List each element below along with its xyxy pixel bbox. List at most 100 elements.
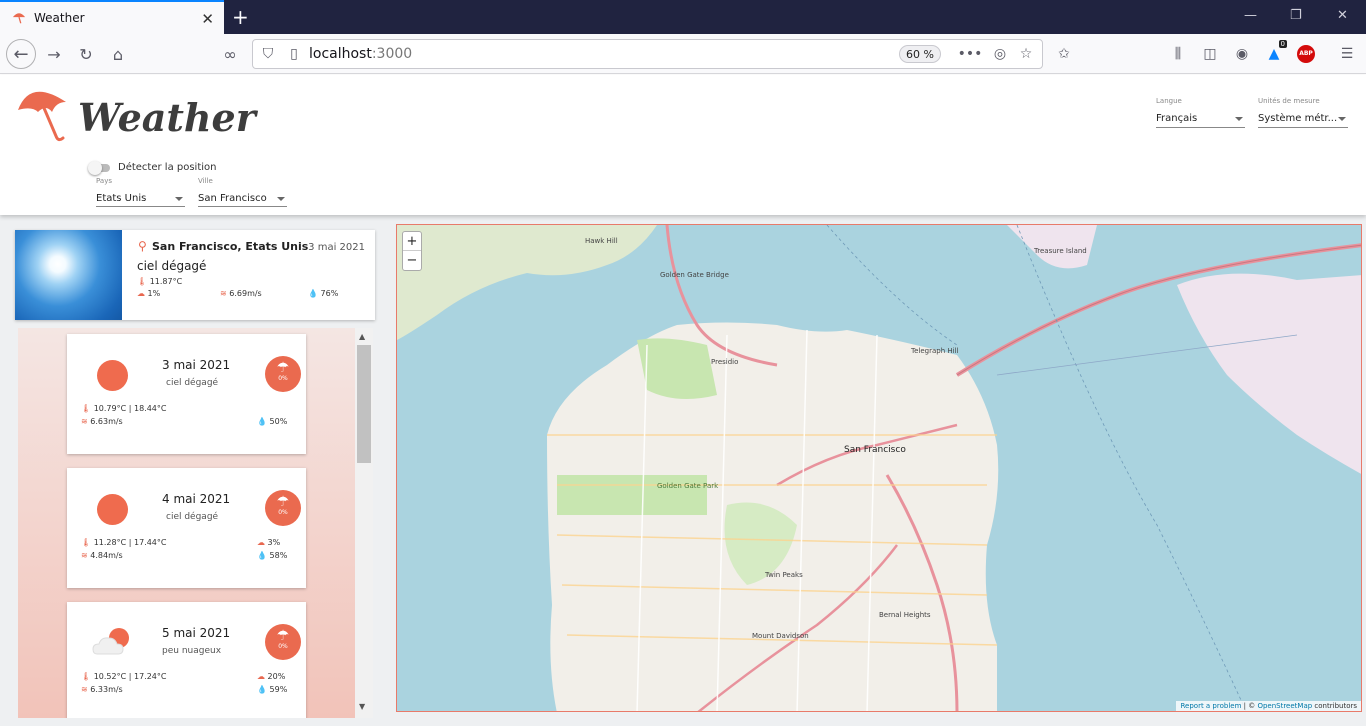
- forecast-list[interactable]: 3 mai 2021 ciel dégagé ☂ 0% 🌡 10.79°C | 1…: [18, 328, 373, 718]
- thermometer-icon: 🌡: [137, 277, 148, 286]
- umbrella-icon: ☂: [276, 494, 290, 510]
- city-select[interactable]: Ville San Francisco: [198, 177, 287, 207]
- umbrella-logo-icon: [18, 91, 66, 142]
- units-select[interactable]: Unités de mesure Système métr...: [1258, 97, 1348, 128]
- forecast-card[interactable]: 4 mai 2021 ciel dégagé ☂ 0% 🌡 11.28°C | 1…: [67, 468, 306, 588]
- forecast-card[interactable]: 5 mai 2021 peu nuageux ☂ 0% 🌡 10.52°C | 1…: [67, 602, 306, 718]
- forecast-temps: 🌡 10.79°C | 18.44°C: [81, 404, 167, 413]
- tab-weather[interactable]: Weather ✕: [0, 0, 224, 34]
- notification-icon[interactable]: ▲ 0: [1263, 40, 1287, 65]
- chevron-down-icon: [277, 197, 285, 201]
- map[interactable]: Golden Gate Bridge Presidio San Francisc…: [396, 224, 1362, 712]
- forecast-card[interactable]: 3 mai 2021 ciel dégagé ☂ 0% 🌡 10.79°C | 1…: [67, 334, 306, 454]
- reload-icon[interactable]: ↻: [74, 42, 98, 66]
- back-icon[interactable]: ←: [6, 39, 36, 69]
- forecast-date: 4 mai 2021: [162, 492, 231, 506]
- scroll-up-icon[interactable]: ▲: [359, 332, 365, 341]
- current-precipitation: ☁ 1%: [137, 289, 161, 298]
- sun-icon: [97, 360, 128, 391]
- zoom-in-button[interactable]: +: [403, 232, 421, 251]
- map-zoom-control: + −: [402, 231, 422, 271]
- scroll-down-icon[interactable]: ▼: [359, 702, 365, 711]
- sidebar-icon[interactable]: ◫: [1199, 43, 1221, 65]
- rain-cloud-icon: ☁: [257, 672, 265, 681]
- window-close-icon[interactable]: ✕: [1337, 8, 1348, 23]
- current-weather-card: ⚲ San Francisco, Etats Unis 3 mai 2021 c…: [15, 230, 375, 320]
- zoom-out-button[interactable]: −: [403, 251, 421, 270]
- tracking-protection-icon[interactable]: ∞: [218, 42, 242, 66]
- restore-icon[interactable]: ❐: [1290, 8, 1302, 23]
- adblock-icon[interactable]: ABP: [1295, 43, 1317, 65]
- forecast-humidity: 💧 58%: [257, 551, 288, 560]
- umbrella-favicon-icon: [12, 13, 26, 24]
- forecast-temps: 🌡 11.28°C | 17.44°C: [81, 538, 167, 547]
- home-icon[interactable]: ⌂: [106, 42, 130, 66]
- map-label-golden-gate: Golden Gate Bridge: [660, 271, 729, 279]
- forecast-description: ciel dégagé: [166, 378, 219, 388]
- toggle-knob: [88, 161, 102, 175]
- url-text[interactable]: localhost:3000: [309, 46, 412, 62]
- current-temperature: 🌡 11.87°C: [137, 277, 183, 286]
- more-actions-icon[interactable]: •••: [958, 43, 983, 65]
- map-label-twin-peaks: Twin Peaks: [765, 571, 803, 579]
- bookmarks-icon[interactable]: ✩: [1053, 43, 1075, 65]
- menu-icon[interactable]: ☰: [1336, 43, 1358, 65]
- detect-position-toggle[interactable]: [88, 161, 110, 175]
- umbrella-badge: ☂ 0%: [265, 624, 301, 660]
- zoom-level[interactable]: 60 %: [899, 45, 941, 63]
- forecast-description: ciel dégagé: [166, 512, 219, 522]
- country-select[interactable]: Pays Etats Unis: [96, 177, 185, 207]
- scroll-thumb[interactable]: [357, 345, 371, 463]
- forecast-date: 5 mai 2021: [162, 626, 231, 640]
- wind-icon: ≋: [220, 289, 227, 298]
- osm-link[interactable]: OpenStreetMap: [1257, 702, 1312, 710]
- current-date: 3 mai 2021: [308, 242, 365, 253]
- map-attribution: Report a problem | © OpenStreetMap contr…: [1176, 701, 1361, 711]
- weather-app: Weather Langue Français Unités de mesure…: [0, 75, 1366, 726]
- chevron-down-icon: [1235, 117, 1243, 121]
- minimize-icon[interactable]: —: [1244, 8, 1257, 23]
- account-icon[interactable]: ◉: [1231, 43, 1253, 65]
- report-problem-link[interactable]: Report a problem: [1180, 702, 1241, 710]
- app-header: Weather Langue Français Unités de mesure…: [0, 75, 1366, 215]
- map-label-telegraph-hill: Telegraph Hill: [911, 347, 959, 355]
- wind-icon: ≋: [81, 551, 88, 560]
- forecast-temps: 🌡 10.52°C | 17.24°C: [81, 672, 167, 681]
- map-label-treasure-island: Treasure Island: [1034, 247, 1087, 255]
- map-label-presidio: Presidio: [711, 358, 739, 366]
- extension-icon[interactable]: ◎: [989, 43, 1011, 65]
- umbrella-icon: ☂: [276, 360, 290, 376]
- tab-title: Weather: [34, 11, 85, 25]
- map-label-san-francisco: San Francisco: [844, 445, 906, 455]
- forecast-rain: ☁ 3%: [257, 538, 281, 547]
- current-location: San Francisco, Etats Unis: [152, 240, 309, 253]
- droplet-icon: 💧: [257, 551, 267, 560]
- shield-icon[interactable]: ⛉: [257, 43, 279, 65]
- map-label-bernal-heights: Bernal Heights: [879, 611, 931, 619]
- url-bar[interactable]: ⛉ ▯ localhost:3000 60 % ••• ◎ ☆: [252, 39, 1043, 69]
- forward-icon[interactable]: →: [42, 42, 66, 66]
- close-tab-icon[interactable]: ✕: [201, 10, 214, 28]
- forecast-rain: ☁ 20%: [257, 672, 286, 681]
- forecast-description: peu nuageux: [162, 646, 222, 656]
- tab-bar: Weather ✕ + — ❐ ✕: [0, 0, 1366, 34]
- library-icon[interactable]: ⫼: [1167, 43, 1189, 65]
- droplet-icon: 💧: [257, 417, 267, 426]
- umbrella-badge: ☂ 0%: [265, 356, 301, 392]
- nav-bar: ← → ↻ ⌂ ∞ ⛉ ▯ localhost:3000 60 % ••• ◎ …: [0, 34, 1366, 74]
- forecast-scrollbar[interactable]: ▲ ▼: [355, 328, 373, 718]
- new-tab-icon[interactable]: +: [232, 5, 249, 29]
- forecast-wind: ≋ 4.84m/s: [81, 551, 123, 560]
- chevron-down-icon: [1338, 117, 1346, 121]
- language-select[interactable]: Langue Français: [1156, 97, 1245, 128]
- location-pin-icon: ⚲: [138, 239, 147, 253]
- forecast-humidity: 💧 50%: [257, 417, 288, 426]
- forecast-date: 3 mai 2021: [162, 358, 231, 372]
- current-wind: ≋ 6.69m/s: [220, 289, 262, 298]
- bookmark-star-icon[interactable]: ☆: [1015, 43, 1037, 65]
- wind-icon: ≋: [81, 417, 88, 426]
- partly-cloudy-icon: [92, 628, 129, 655]
- sky-image: [15, 230, 122, 320]
- current-description: ciel dégagé: [137, 259, 207, 273]
- map-tiles: [397, 225, 1361, 711]
